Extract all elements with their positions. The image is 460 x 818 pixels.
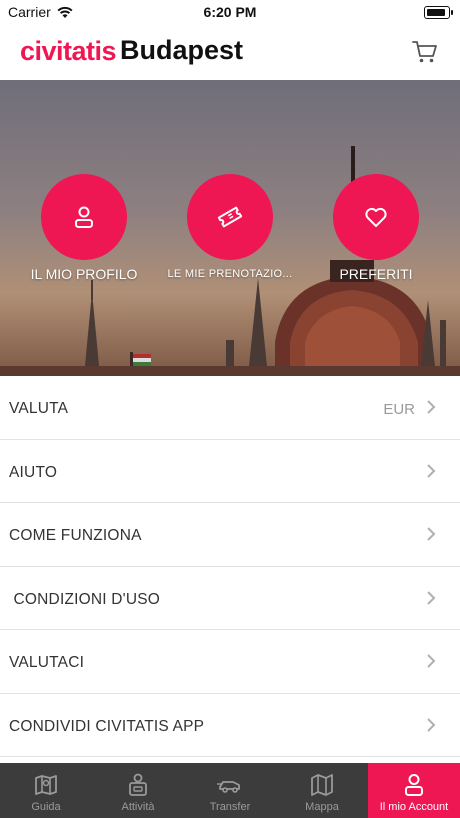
chevron-right-icon: [427, 463, 436, 478]
menu-item-label: CONDIVIDI CIVITATIS APP: [9, 717, 205, 735]
battery-level: [426, 8, 445, 16]
favorites-button[interactable]: [333, 174, 419, 260]
menu-item-help[interactable]: AIUTO: [0, 440, 460, 503]
status-bar: Carrier 6:20 PM: [0, 0, 460, 26]
ticket-icon: [217, 206, 243, 228]
menu-item-share-app[interactable]: CONDIVIDI CIVITATIS APP: [0, 694, 460, 757]
chevron-right-icon: [427, 717, 436, 732]
bookings-label[interactable]: LE MIE PRENOTAZIO...: [155, 268, 305, 280]
menu-item-label: COME FUNZIONA: [9, 527, 142, 544]
map-icon: [311, 774, 333, 796]
tab-label: Mappa: [305, 801, 339, 813]
tab-transfer[interactable]: Transfer: [184, 763, 276, 818]
cart-icon[interactable]: [412, 39, 438, 65]
tab-label: Guida: [31, 801, 61, 813]
menu-item-how-it-works[interactable]: COME FUNZIONA: [0, 503, 460, 567]
currency-value: EUR: [383, 401, 415, 418]
app-header: civitatis Budapest: [0, 26, 460, 80]
brand-logo[interactable]: civitatis: [20, 36, 117, 67]
battery-icon: [424, 6, 453, 19]
favorites-label[interactable]: PREFERITI: [306, 266, 446, 282]
tab-map[interactable]: Mappa: [276, 763, 368, 818]
chevron-right-icon: [427, 654, 436, 668]
profile-label[interactable]: IL MIO PROFILO: [14, 266, 154, 282]
settings-menu: VALUTA EUR AIUTO COME FUNZIONA CONDIZION…: [0, 376, 460, 757]
guide-map-icon: [35, 775, 57, 795]
tab-label: Attività: [121, 801, 155, 813]
bottom-tab-bar: Guida Attività Transfer Mappa Il mio Acc…: [0, 763, 460, 818]
heart-icon: [365, 207, 387, 227]
profile-button[interactable]: [41, 174, 127, 260]
menu-item-label: CONDIZIONI D'USO: [9, 590, 161, 608]
tab-label: Il mio Account: [379, 801, 449, 813]
person-icon: [75, 206, 93, 228]
person-icon: [405, 774, 423, 796]
menu-item-terms[interactable]: CONDIZIONI D'USO: [0, 567, 460, 630]
menu-item-label: VALUTACI: [9, 654, 85, 671]
activities-icon: [129, 773, 147, 796]
tab-my-account[interactable]: Il mio Account: [368, 763, 460, 818]
tab-guide[interactable]: Guida: [0, 763, 92, 818]
menu-item-label: VALUTA: [9, 400, 69, 417]
clock: 6:20 PM: [203, 4, 257, 20]
chevron-right-icon: [427, 527, 436, 541]
menu-item-label: AIUTO: [9, 463, 58, 481]
city-title: Budapest: [120, 35, 244, 65]
car-icon: [217, 781, 240, 793]
account-hero: IL MIO PROFILO LE MIE PRENOTAZIO... PREF…: [0, 80, 460, 376]
menu-item-rate-us[interactable]: VALUTACI: [0, 630, 460, 694]
chevron-right-icon: [427, 590, 436, 605]
tab-activities[interactable]: Attività: [92, 763, 184, 818]
bookings-button[interactable]: [187, 174, 273, 260]
menu-item-currency[interactable]: VALUTA EUR: [0, 376, 460, 440]
tab-label: Transfer: [209, 801, 251, 813]
chevron-right-icon: [427, 400, 436, 414]
